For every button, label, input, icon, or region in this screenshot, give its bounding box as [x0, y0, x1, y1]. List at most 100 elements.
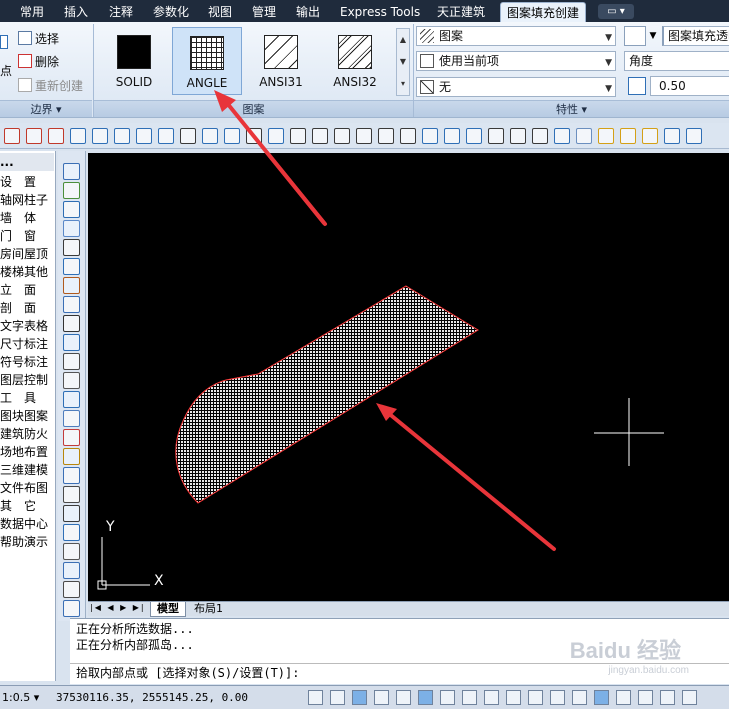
palette-item[interactable]: 场地布置 — [0, 443, 54, 461]
toolbar-icon[interactable] — [26, 128, 42, 144]
status-toggle-icon[interactable] — [374, 690, 389, 705]
tool-icon[interactable] — [63, 524, 80, 541]
toolbar-icon[interactable] — [268, 128, 284, 144]
status-toggle-icon[interactable] — [594, 690, 609, 705]
status-toggle-icon[interactable] — [396, 690, 411, 705]
tool-icon[interactable] — [63, 315, 80, 332]
toolbar-icon[interactable] — [312, 128, 328, 144]
palette-item[interactable]: 帮助演示 — [0, 533, 54, 551]
toolbar-icon[interactable] — [48, 128, 64, 144]
tab-layout1[interactable]: 布局1 — [188, 602, 229, 617]
pattern-swatch-solid[interactable]: SOLID — [99, 27, 169, 95]
properties-panel-title[interactable]: 特性 ▾ — [414, 100, 729, 117]
toolbar-icon[interactable] — [422, 128, 438, 144]
toolbar-icon[interactable] — [290, 128, 306, 144]
tool-icon[interactable] — [63, 467, 80, 484]
tool-icon[interactable] — [63, 220, 80, 237]
command-prompt[interactable]: 拾取内部点或 [选择对象(S)/设置(T)]: — [76, 665, 299, 681]
pattern-swatch-ansi32[interactable]: ANSI32 — [320, 27, 390, 95]
drawing-canvas[interactable]: Y X — [88, 153, 729, 601]
palette-item[interactable]: 楼梯其他 — [0, 263, 54, 281]
status-toggle-icon[interactable] — [616, 690, 631, 705]
toolbar-icon[interactable] — [642, 128, 658, 144]
status-toggle-icon[interactable] — [528, 690, 543, 705]
tool-icon[interactable] — [63, 391, 80, 408]
tab-annotate[interactable]: 注释 — [103, 2, 139, 22]
toolbar-icon[interactable] — [356, 128, 372, 144]
palette-item[interactable]: 轴网柱子 — [0, 191, 54, 209]
tool-icon[interactable] — [63, 277, 80, 294]
palette-item[interactable]: 门 窗 — [0, 227, 54, 245]
pick-points-button[interactable] — [0, 34, 11, 52]
hatch-transparency-field[interactable]: 图案填充透明 — [662, 26, 729, 46]
hatch-angle-field[interactable]: 角度 — [624, 51, 729, 71]
toolbar-icon[interactable] — [444, 128, 460, 144]
palette-item[interactable]: 设 置 — [0, 173, 54, 191]
toolbar-icon[interactable] — [664, 128, 680, 144]
tool-icon[interactable] — [63, 353, 80, 370]
toolbar-icon[interactable] — [598, 128, 614, 144]
tab-tangent-architecture[interactable]: 天正建筑 — [431, 2, 491, 22]
toolbar-icon[interactable] — [554, 128, 570, 144]
tab-parametric[interactable]: 参数化 — [147, 2, 195, 22]
toolbar-icon[interactable] — [378, 128, 394, 144]
tool-icon[interactable] — [63, 201, 80, 218]
tool-icon[interactable] — [63, 429, 80, 446]
palette-item[interactable]: 文字表格 — [0, 317, 54, 335]
toolbar-icon[interactable] — [70, 128, 86, 144]
layout-nav-arrows[interactable]: |◀ ◀ ▶ ▶| — [90, 603, 148, 615]
status-toggle-icon[interactable] — [550, 690, 565, 705]
toolbar-icon[interactable] — [180, 128, 196, 144]
command-window[interactable]: 正在分析所选数据... 正在分析内部孤岛... 拾取内部点或 [选择对象(S)/… — [70, 618, 729, 684]
toolbar-icon[interactable] — [202, 128, 218, 144]
pattern-swatch-angle[interactable]: ANGLE — [172, 27, 242, 95]
palette-item[interactable]: 其 它 — [0, 497, 54, 515]
toolbar-icon[interactable] — [114, 128, 130, 144]
toolbar-icon[interactable] — [620, 128, 636, 144]
tool-icon[interactable] — [63, 448, 80, 465]
background-color-dropdown[interactable]: 无 ▼ — [416, 77, 616, 97]
tool-icon[interactable] — [63, 182, 80, 199]
hatch-scale-field[interactable]: 0.50 — [650, 76, 729, 96]
palette-item[interactable]: 三维建模 — [0, 461, 54, 479]
tool-icon[interactable] — [63, 543, 80, 560]
transparency-icon[interactable] — [624, 26, 646, 46]
tool-icon[interactable] — [63, 410, 80, 427]
status-toggle-icon[interactable] — [660, 690, 675, 705]
palette-item[interactable]: 剖 面 — [0, 299, 54, 317]
status-toggle-icon[interactable] — [330, 690, 345, 705]
status-toggle-icon[interactable] — [572, 690, 587, 705]
tab-hatch-creation[interactable]: 图案填充创建 — [500, 2, 587, 22]
tab-output[interactable]: 输出 — [290, 2, 326, 22]
status-toggle-icon[interactable] — [418, 690, 433, 705]
palette-item[interactable]: 符号标注 — [0, 353, 54, 371]
hatched-region[interactable] — [175, 285, 479, 504]
tool-icon[interactable] — [63, 239, 80, 256]
toolbar-icon[interactable] — [92, 128, 108, 144]
status-toggle-icon[interactable] — [484, 690, 499, 705]
toolbar-icon[interactable] — [532, 128, 548, 144]
tab-express-tools[interactable]: Express Tools — [334, 2, 426, 22]
tool-icon[interactable] — [63, 372, 80, 389]
palette-item[interactable]: 文件布图 — [0, 479, 54, 497]
coordinate-readout[interactable]: 37530116.35, 2555145.25, 0.00 — [56, 690, 248, 705]
tab-model[interactable]: 模型 — [150, 602, 186, 617]
status-toggle-icon[interactable] — [682, 690, 697, 705]
toolbar-icon[interactable] — [466, 128, 482, 144]
tool-icon[interactable] — [63, 258, 80, 275]
palette-item[interactable]: 尺寸标注 — [0, 335, 54, 353]
palette-header[interactable]: ... — [0, 153, 54, 171]
toolbar-icon[interactable] — [576, 128, 592, 144]
palette-item[interactable]: 工 具 — [0, 389, 54, 407]
select-objects-button[interactable]: 选择 — [18, 30, 59, 48]
chevron-down-icon[interactable]: ▼ — [646, 26, 660, 46]
toolbar-icon[interactable] — [136, 128, 152, 144]
toolbar-icon[interactable] — [510, 128, 526, 144]
palette-item[interactable]: 建筑防火 — [0, 425, 54, 443]
tab-manage[interactable]: 管理 — [246, 2, 282, 22]
toolbar-icon[interactable] — [334, 128, 350, 144]
tool-icon[interactable] — [63, 334, 80, 351]
remove-boundary-button[interactable]: 删除 — [18, 53, 59, 71]
palette-item[interactable]: 墙 体 — [0, 209, 54, 227]
tab-view[interactable]: 视图 — [202, 2, 238, 22]
